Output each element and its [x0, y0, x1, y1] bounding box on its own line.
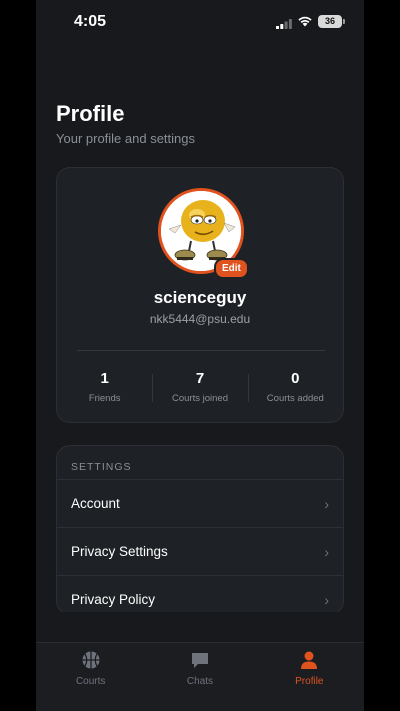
signal-icon [276, 16, 292, 34]
divider [77, 350, 325, 351]
chevron-right-icon: › [324, 543, 329, 560]
chat-bubble-icon [145, 649, 254, 671]
tab-label: Chats [186, 676, 214, 687]
battery-tip [343, 19, 345, 24]
tab-bar: Courts Chats Profile [36, 642, 364, 711]
edit-avatar-button[interactable]: Edit [214, 258, 249, 279]
settings-card: SETTINGS Account › Privacy Settings › Pr… [56, 445, 344, 615]
stats-row: 1 Friends 7 Courts joined 0 Courts added [57, 366, 343, 406]
settings-item-privacy-policy[interactable]: Privacy Policy › [57, 576, 343, 614]
settings-item-account[interactable]: Account › [57, 480, 343, 528]
tab-courts[interactable]: Courts [36, 643, 145, 711]
settings-header: SETTINGS [57, 446, 343, 480]
stat-label: Courts added [266, 393, 324, 404]
settings-item-label: Privacy Policy [71, 592, 156, 607]
tab-label: Courts [75, 676, 106, 687]
avatar-container[interactable]: Edit [158, 188, 249, 279]
phone-screen: 4:05 36 Profile Your profile and setting… [36, 0, 364, 711]
page-subtitle: Your profile and settings [56, 131, 196, 146]
settings-item-privacy-settings[interactable]: Privacy Settings › [57, 528, 343, 576]
chevron-right-icon: › [324, 591, 329, 608]
stat-label: Friends [88, 393, 121, 404]
stat-value: 1 [100, 370, 109, 387]
tab-label: Profile [295, 676, 324, 687]
stat-value: 7 [195, 370, 205, 387]
chevron-right-icon: › [324, 495, 329, 512]
settings-item-label: Account [71, 496, 120, 511]
stat-courts-added[interactable]: 0 Courts added [247, 366, 343, 406]
wifi-icon [297, 14, 313, 32]
stat-courts-joined[interactable]: 7 Courts joined [152, 366, 247, 406]
stat-value: 0 [291, 370, 300, 387]
username: scienceguy [153, 288, 247, 307]
email: nkk5444@psu.edu [149, 312, 251, 326]
person-icon [255, 649, 364, 671]
stat-label: Courts joined [172, 393, 228, 404]
page-title: Profile [56, 101, 125, 126]
settings-item-label: Privacy Settings [71, 544, 168, 559]
stat-friends[interactable]: 1 Friends [57, 366, 152, 406]
profile-card: Edit scienceguy nkk5444@psu.edu 1 Friend… [56, 167, 344, 423]
status-time: 4:05 [74, 13, 107, 30]
battery-indicator: 36 [318, 15, 342, 28]
scroll-mask [36, 612, 364, 642]
status-bar: 4:05 36 [36, 0, 364, 44]
tab-profile[interactable]: Profile [255, 643, 364, 711]
basketball-icon [36, 649, 145, 671]
tab-chats[interactable]: Chats [145, 643, 254, 711]
